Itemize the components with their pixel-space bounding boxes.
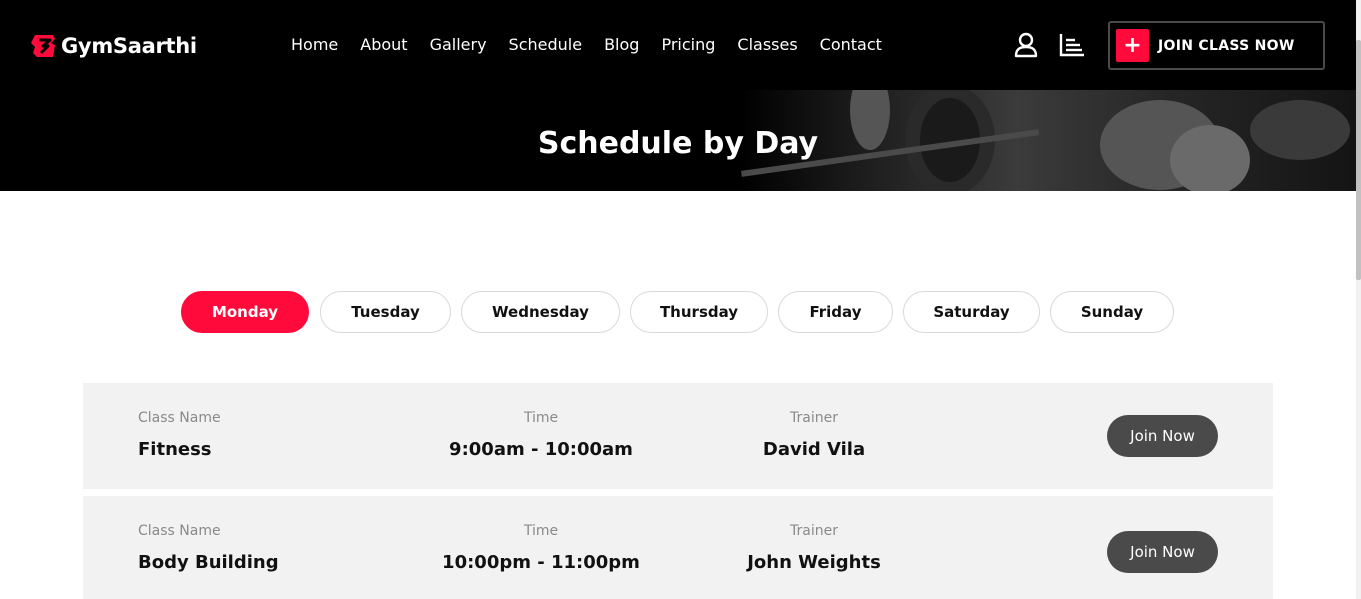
trainer-label: Trainer <box>790 410 838 426</box>
nav-pricing[interactable]: Pricing <box>661 34 715 56</box>
class-time: 9:00am - 10:00am <box>449 439 633 460</box>
day-tab-wednesday[interactable]: Wednesday <box>461 291 620 333</box>
nav-schedule[interactable]: Schedule <box>509 34 583 56</box>
join-class-label: JOIN CLASS NOW <box>1158 37 1295 54</box>
class-time: 10:00pm - 11:00pm <box>442 552 640 573</box>
nav-about[interactable]: About <box>360 34 407 56</box>
nav-home[interactable]: Home <box>291 34 338 56</box>
day-tab-tuesday[interactable]: Tuesday <box>320 291 451 333</box>
day-tab-saturday[interactable]: Saturday <box>903 291 1040 333</box>
menu-bars-icon[interactable] <box>1059 33 1085 57</box>
day-tab-monday[interactable]: Monday <box>181 291 309 333</box>
trainer-label: Trainer <box>790 523 838 539</box>
brand-logo[interactable]: GymSaarthi <box>29 31 197 61</box>
time-label: Time <box>523 523 559 539</box>
schedule-row: Class Name Fitness Time 9:00am - 10:00am… <box>83 383 1273 489</box>
class-name: Fitness <box>138 439 212 460</box>
main-nav: Home About Gallery Schedule Blog Pricing… <box>291 34 904 56</box>
day-tab-sunday[interactable]: Sunday <box>1050 291 1174 333</box>
brand-name: GymSaarthi <box>61 34 197 58</box>
nav-classes[interactable]: Classes <box>737 34 797 56</box>
page-title: Schedule by Day <box>537 126 819 161</box>
nav-blog[interactable]: Blog <box>604 34 639 56</box>
trainer-name: John Weights <box>747 552 881 573</box>
nav-gallery[interactable]: Gallery <box>430 34 487 56</box>
day-tab-thursday[interactable]: Thursday <box>630 291 768 333</box>
join-class-button[interactable]: + JOIN CLASS NOW <box>1108 21 1325 70</box>
class-name-label: Class Name <box>138 410 221 426</box>
day-tab-friday[interactable]: Friday <box>778 291 893 333</box>
scrollbar-thumb[interactable] <box>1356 40 1361 280</box>
schedule-row: Class Name Body Building Time 10:00pm - … <box>83 496 1273 599</box>
logo-icon <box>29 31 59 61</box>
site-header: GymSaarthi Home About Gallery Schedule B… <box>0 0 1356 90</box>
class-name: Body Building <box>138 552 279 573</box>
page-banner: Schedule by Day <box>0 90 1356 191</box>
class-name-label: Class Name <box>138 523 221 539</box>
page-scrollbar[interactable] <box>1356 0 1361 599</box>
time-label: Time <box>523 410 559 426</box>
user-icon[interactable] <box>1013 32 1039 58</box>
join-now-button[interactable]: Join Now <box>1107 415 1218 457</box>
nav-contact[interactable]: Contact <box>820 34 882 56</box>
trainer-name: David Vila <box>762 439 866 460</box>
join-now-button[interactable]: Join Now <box>1107 531 1218 573</box>
plus-icon: + <box>1116 29 1149 62</box>
